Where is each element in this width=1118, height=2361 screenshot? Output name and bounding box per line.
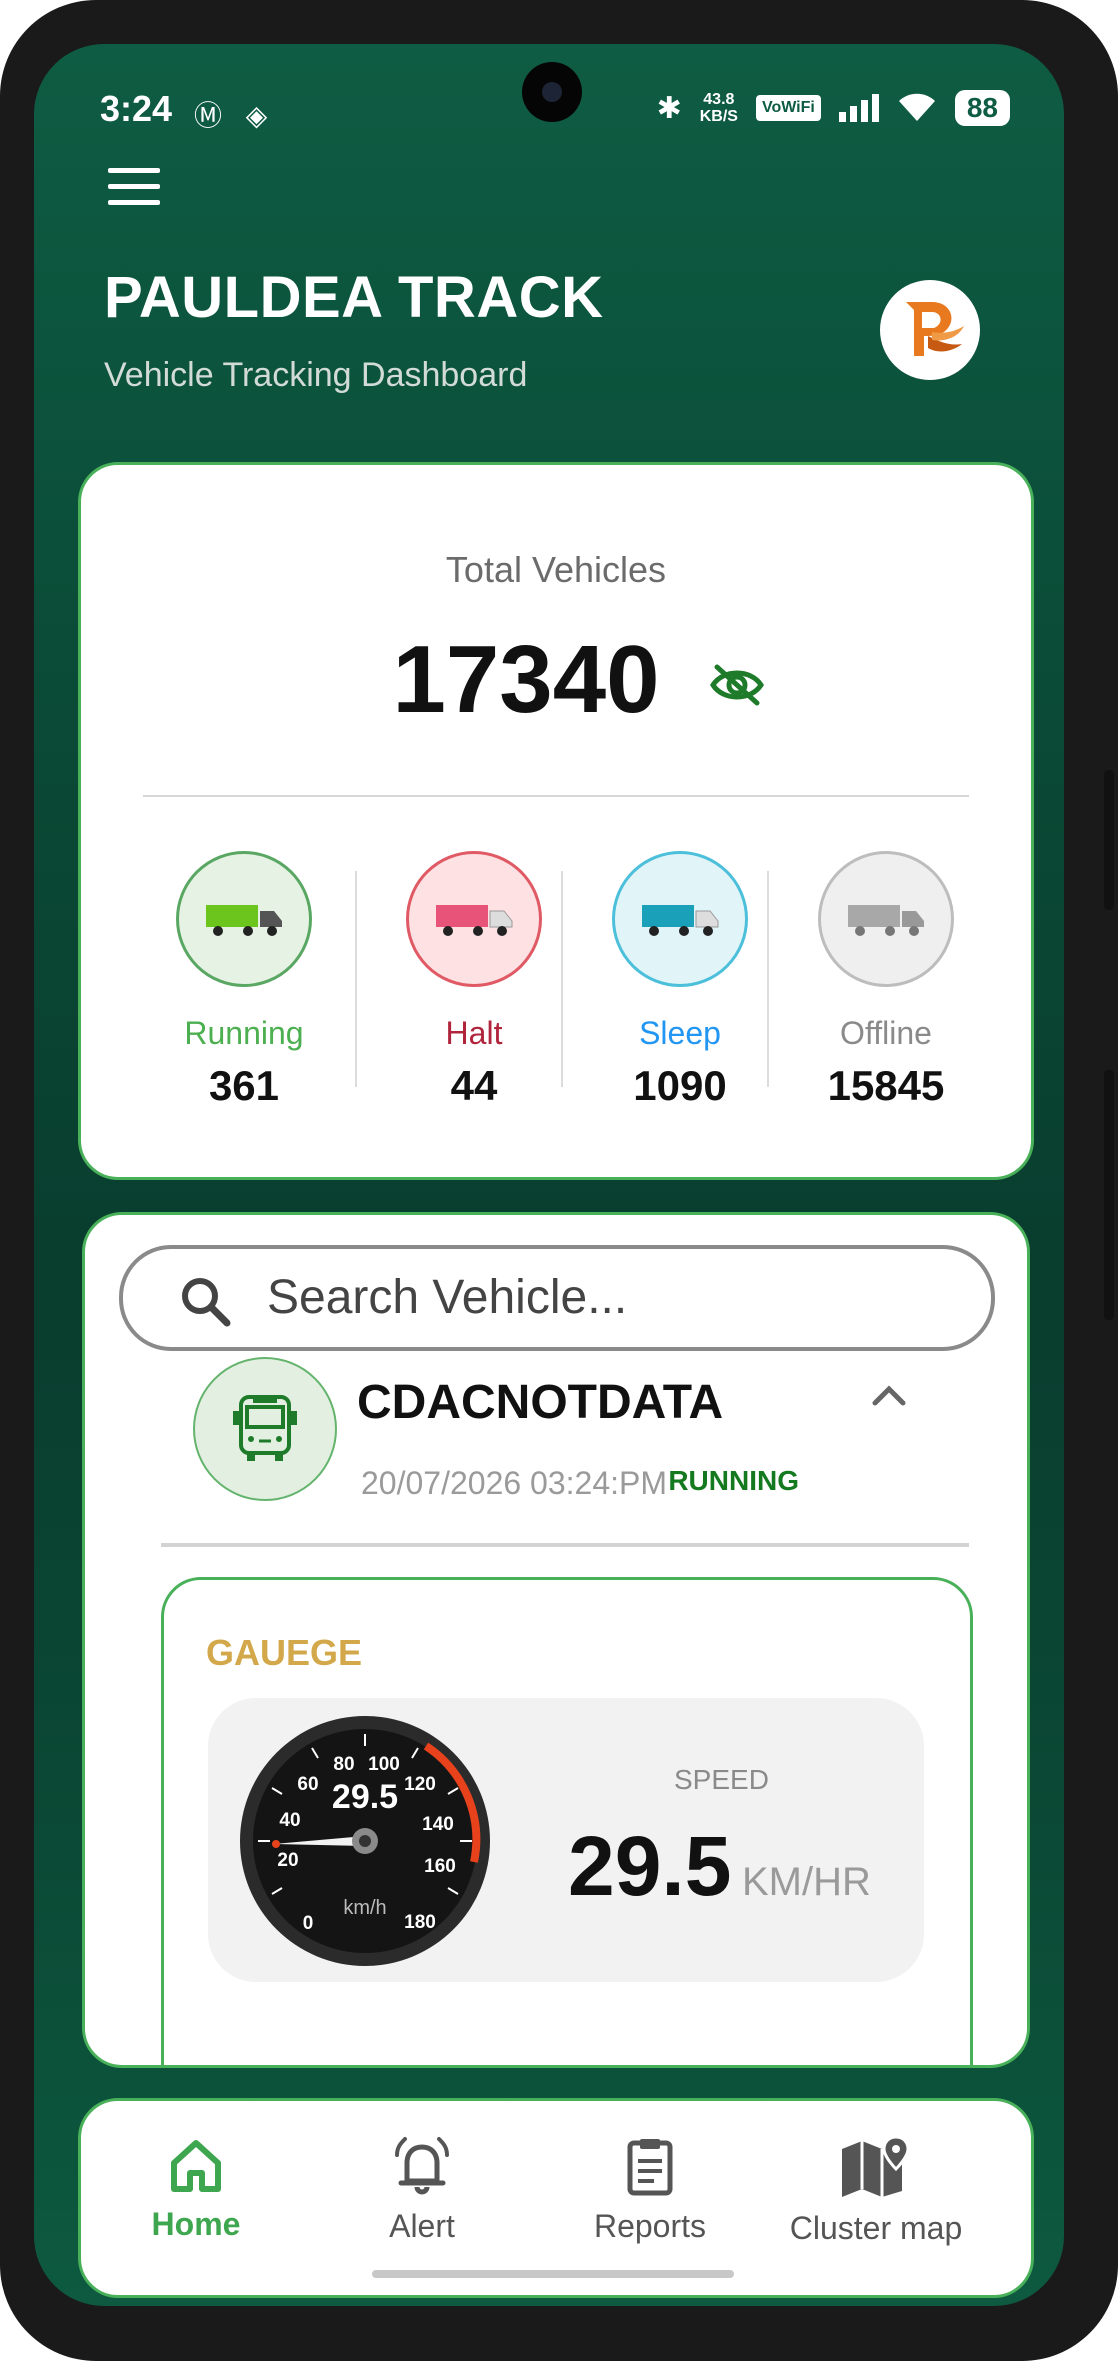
halt-truck-icon [406,851,542,987]
nav-alert[interactable]: Alert [307,2135,537,2245]
gauge-tick-0: 0 [303,1913,314,1934]
gauge-tick-160: 160 [424,1856,456,1877]
stat-halt[interactable]: Halt 44 [371,851,577,1110]
stat-offline-value: 15845 [827,1062,945,1109]
vehicle-summary-card: Total Vehicles 17340 Running 361 Halt 44… [78,462,1034,1180]
gauge-tick-140: 140 [422,1814,454,1835]
search-icon [182,1278,231,1327]
nav-reports-label: Reports [593,2208,707,2244]
vehicle-name: CDACNOTDATA [357,1376,724,1429]
speed-label: SPEED [674,1764,769,1795]
gauge-tick-180: 180 [404,1912,436,1933]
nav-cluster-map-label: Cluster map [789,2210,963,2246]
stat-running-label: Running [184,1015,304,1051]
vehicle-timestamp: 20/07/2026 03:24:PM [361,1465,668,1501]
map-icon [842,2135,910,2197]
status-bar: 3:24 Ⓜ ◈ ✱ 43.8 KB/S VoWiFi 88 [34,44,1064,164]
status-right: ✱ 43.8 KB/S VoWiFi 88 [657,90,1010,126]
gauge-panel: 0 20 40 60 80 100 120 140 160 180 29.5 k… [208,1698,924,1982]
summary-divider [143,795,969,797]
notification-icons: Ⓜ ◈ [194,100,276,131]
home-indicator[interactable] [372,2270,734,2278]
nav-reports[interactable]: Reports [535,2135,765,2245]
brand-logo[interactable] [880,280,980,380]
stat-sleep[interactable]: Sleep 1090 [577,851,783,1110]
gauge-readout: 29.5 [332,1778,398,1816]
home-icon [171,2140,221,2192]
battery-indicator: 88 [954,90,1010,126]
speed-unit: KM/HR [742,1860,871,1904]
stat-offline-label: Offline [840,1015,932,1051]
gauge-tick-80: 80 [333,1754,354,1775]
total-vehicles-count: 17340 [392,626,660,733]
vehicle-status-badge: RUNNING [668,1465,799,1496]
speed-value: 29.5 [568,1819,732,1913]
hide-eye-icon[interactable] [709,663,765,707]
bottom-navigation: Home Alert Reports Cluster map [78,2098,1034,2298]
running-truck-icon [176,851,312,987]
sleep-truck-icon [612,851,748,987]
phone-frame: 3:24 Ⓜ ◈ ✱ 43.8 KB/S VoWiFi 88 PAULDEA TR [0,0,1118,2361]
search-input[interactable] [265,1263,949,1331]
stat-offline[interactable]: Offline 15845 [783,851,989,1110]
nav-home-label: Home [151,2206,241,2242]
bell-icon [395,2137,449,2195]
nav-cluster-map[interactable]: Cluster map [761,2135,991,2247]
eagle-logo-icon [906,302,964,356]
vowifi-badge: VoWiFi [755,95,821,121]
gauge-section: GAUEGE 0 20 40 60 80 100 120 140 160 180… [161,1577,973,2065]
speedometer-gauge: 0 20 40 60 80 100 120 140 160 180 29.5 k… [240,1716,490,1966]
search-bar[interactable] [119,1245,995,1351]
gauge-tick-100: 100 [368,1754,400,1775]
clipboard-icon [627,2139,673,2196]
gauge-tick-60: 60 [297,1774,318,1795]
nav-home[interactable]: Home [81,2135,311,2243]
gauge-tick-20: 20 [277,1850,298,1871]
hamburger-menu-icon[interactable] [108,168,160,206]
total-vehicles-label: Total Vehicles [445,549,667,590]
stat-running[interactable]: Running 361 [141,851,347,1110]
net-speed: 43.8 KB/S [699,91,738,125]
stat-separator [561,871,563,1087]
app-title: PAULDEA TRACK [104,265,604,330]
stat-separator [767,871,769,1087]
app-screen: 3:24 Ⓜ ◈ ✱ 43.8 KB/S VoWiFi 88 PAULDEA TR [34,44,1064,2306]
offline-truck-icon [818,851,954,987]
gauge-unit: km/h [343,1897,386,1919]
bluetooth-icon: ✱ [656,91,682,125]
app-subtitle: Vehicle Tracking Dashboard [104,356,528,394]
gauge-tick-40: 40 [279,1810,300,1831]
chevron-up-icon[interactable] [871,1383,907,1407]
stat-halt-label: Halt [445,1015,503,1051]
gauge-title: GAUEGE [206,1632,363,1673]
front-camera [522,62,582,122]
stat-sleep-label: Sleep [639,1015,721,1051]
vehicle-divider [161,1543,969,1547]
stat-halt-value: 44 [450,1062,498,1109]
gauge-tick-120: 120 [404,1774,436,1795]
stat-sleep-value: 1090 [633,1062,727,1109]
wifi-icon [898,93,935,121]
stat-running-value: 361 [208,1062,280,1109]
bus-icon [193,1357,337,1501]
nav-alert-label: Alert [389,2208,455,2244]
vehicle-detail-card: CDACNOTDATA 20/07/2026 03:24:PM RUNNING … [82,1212,1030,2068]
stat-separator [355,871,357,1087]
signal-icon [838,94,879,122]
status-time: 3:24 [100,88,173,129]
